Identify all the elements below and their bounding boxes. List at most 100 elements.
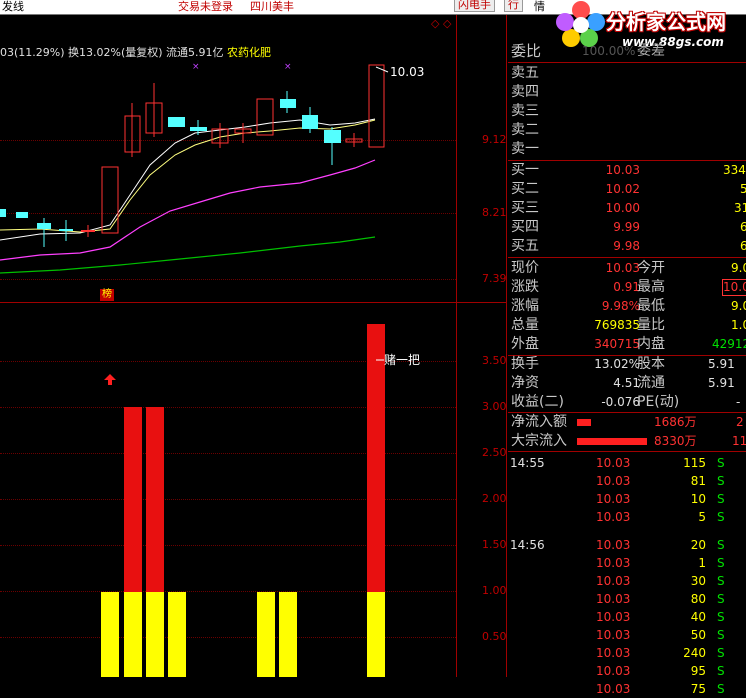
tick-price: 10.03: [596, 456, 631, 470]
stat-value: -0.076: [601, 395, 640, 409]
buy-label: 买三: [511, 200, 539, 216]
stat-label: 量比: [637, 317, 665, 333]
kline-chart[interactable]: × × 10.03 ◇ ◇: [0, 15, 456, 302]
buy-row[interactable]: 买三 10.00 31: [508, 199, 746, 218]
tick-volume: 40: [690, 610, 706, 624]
buy-price: 9.98: [613, 239, 640, 253]
sell-row[interactable]: 卖三: [508, 102, 746, 121]
tick-volume: 5: [698, 510, 706, 524]
stat-label: 涨幅: [511, 298, 539, 314]
tick-side: S: [717, 510, 725, 524]
candle: [37, 223, 51, 229]
flow-value: 8330万: [654, 434, 697, 448]
tick-price: 10.03: [596, 556, 631, 570]
stat-row: 净资 4.51 流通 5.91: [508, 374, 746, 393]
login-status[interactable]: 交易未登录: [178, 0, 233, 14]
diamond-icon: ◇: [443, 17, 452, 30]
tab-left[interactable]: 发线: [2, 0, 24, 14]
stat-value: 9.98%: [601, 299, 640, 313]
stat-label: 换手: [511, 356, 539, 372]
tick-volume: 81: [690, 474, 706, 488]
candle: [16, 212, 28, 218]
buy-price: 9.99: [613, 220, 640, 234]
sell-label: 卖四: [511, 84, 539, 100]
stat-label: 最高: [637, 279, 665, 295]
tick-price: 10.03: [596, 682, 631, 696]
stat-value: 769835: [594, 318, 640, 332]
yellow-bar: [101, 592, 119, 677]
tick-price: 10.03: [596, 610, 631, 624]
tick-volume: 75: [690, 682, 706, 696]
sell-row[interactable]: 卖一: [508, 140, 746, 159]
yellow-bar: [168, 592, 186, 677]
stat-row: 外盘 340715 内盘 42912: [508, 335, 746, 354]
tick-volume: 10: [690, 492, 706, 506]
info-button[interactable]: 情: [534, 0, 545, 14]
stat-value: 9.0: [731, 261, 746, 275]
stat-row: 换手 13.02% 股本 5.91: [508, 355, 746, 374]
tick-row: 14:56 10.03 20 S: [508, 536, 746, 554]
buy-row[interactable]: 买二 10.02 5: [508, 180, 746, 199]
tick-row: 10.03 1 S: [508, 554, 746, 572]
sell-row[interactable]: 卖五: [508, 64, 746, 83]
order-ratio-label: 委比: [511, 42, 542, 60]
candle: [302, 115, 318, 129]
tick-price: 10.03: [596, 628, 631, 642]
flow-label: 净流入额: [511, 414, 567, 430]
tick-volume: 240: [683, 646, 706, 660]
tick-price: 10.03: [596, 510, 631, 524]
candle-group: [0, 64, 385, 247]
yellow-bar: [124, 592, 142, 677]
tick-volume: 30: [690, 574, 706, 588]
indicator-axis-label: 2.50: [482, 446, 507, 459]
buy-label: 买一: [511, 162, 539, 178]
ma-line-1: [0, 118, 376, 241]
sell-row[interactable]: 卖二: [508, 121, 746, 140]
stat-label: 总量: [511, 317, 539, 333]
tick-volume: 20: [690, 538, 706, 552]
ma-line-3: [0, 159, 376, 261]
buy-label: 买二: [511, 181, 539, 197]
tick-side: S: [717, 664, 725, 678]
tick-row: 10.03 40 S: [508, 608, 746, 626]
tick-price: 10.03: [596, 646, 631, 660]
tick-side: S: [717, 556, 725, 570]
tick-row: 10.03 95 S: [508, 662, 746, 680]
order-diff-label: 委差: [637, 43, 665, 59]
candle: [59, 229, 73, 231]
buy-volume: 6: [740, 239, 746, 253]
stat-value: 4.51: [613, 376, 640, 390]
tick-price: 10.03: [596, 592, 631, 606]
flash-trade-button[interactable]: 闪电手: [454, 0, 495, 12]
tick-side: S: [717, 492, 725, 506]
flow-extra: 2: [736, 415, 744, 429]
tick-price: 10.03: [596, 664, 631, 678]
buy-row[interactable]: 买五 9.98 6: [508, 237, 746, 256]
tick-side: S: [717, 474, 725, 488]
tick-volume: 50: [690, 628, 706, 642]
buy-row[interactable]: 买四 9.99 6: [508, 218, 746, 237]
rank-badge[interactable]: 榜: [100, 289, 114, 301]
tick-side: S: [717, 628, 725, 642]
tick-price: 10.03: [596, 538, 631, 552]
flow-label: 大宗流入: [511, 433, 567, 449]
stat-label: 外盘: [511, 336, 539, 352]
tick-side: S: [717, 646, 725, 660]
red-bar: [367, 324, 385, 592]
yellow-bar: [257, 592, 275, 677]
ma-line-4: [0, 236, 376, 274]
x-mark: ×: [284, 62, 292, 72]
indicator-chart[interactable]: 赌一把: [0, 303, 456, 677]
flow-bar: [577, 438, 647, 445]
indicator-axis-label: 0.50: [482, 630, 507, 643]
sell-row[interactable]: 卖四: [508, 83, 746, 102]
stat-row: 涨幅 9.98% 最低 9.0: [508, 297, 746, 316]
buy-row[interactable]: 买一 10.03 3340: [508, 161, 746, 180]
buy-price: 10.00: [605, 201, 640, 215]
row-button[interactable]: 行: [504, 0, 523, 12]
tick-volume: 95: [690, 664, 706, 678]
tick-volume: 115: [683, 456, 706, 470]
yellow-bar: [367, 592, 385, 677]
indicator-axis-label: 1.50: [482, 538, 507, 551]
stat-label: 现价: [511, 260, 539, 276]
